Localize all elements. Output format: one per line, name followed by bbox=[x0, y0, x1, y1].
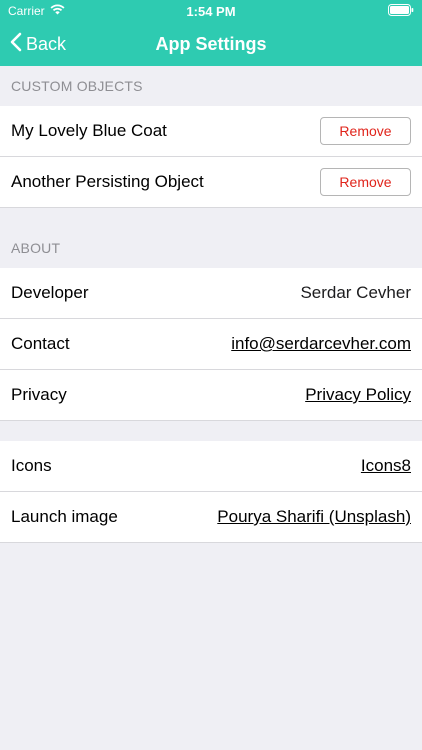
credits-row-icons: Icons Icons8 bbox=[0, 441, 422, 492]
section-header-about: ABOUT bbox=[11, 240, 61, 256]
custom-object-row: My Lovely Blue Coat Remove bbox=[0, 106, 422, 157]
row-label: Launch image bbox=[11, 507, 118, 526]
remove-button[interactable]: Remove bbox=[320, 168, 411, 196]
section-header-custom-objects: CUSTOM OBJECTS bbox=[11, 78, 143, 94]
remove-button[interactable]: Remove bbox=[320, 117, 411, 145]
about-group: Developer Serdar Cevher Contact info@ser… bbox=[0, 268, 422, 421]
about-row-contact: Contact info@serdarcevher.com bbox=[0, 319, 422, 370]
row-label: Contact bbox=[11, 334, 70, 353]
row-label: Privacy bbox=[11, 385, 67, 404]
row-label: Icons bbox=[11, 456, 52, 475]
back-button[interactable]: Back bbox=[10, 22, 66, 66]
credits-group: Icons Icons8 Launch image Pourya Sharifi… bbox=[0, 441, 422, 543]
privacy-policy-link[interactable]: Privacy Policy bbox=[305, 385, 411, 405]
chevron-left-icon bbox=[10, 32, 22, 57]
about-row-privacy: Privacy Privacy Policy bbox=[0, 370, 422, 421]
row-label: Developer bbox=[11, 283, 89, 302]
about-row-developer: Developer Serdar Cevher bbox=[0, 268, 422, 319]
developer-name: Serdar Cevher bbox=[300, 283, 411, 302]
custom-object-row: Another Persisting Object Remove bbox=[0, 157, 422, 208]
status-time: 1:54 PM bbox=[186, 4, 236, 19]
custom-object-name: Another Persisting Object bbox=[11, 172, 204, 191]
custom-objects-group: My Lovely Blue Coat Remove Another Persi… bbox=[0, 106, 422, 208]
launch-image-credit-link[interactable]: Pourya Sharifi (Unsplash) bbox=[217, 507, 411, 527]
custom-object-name: My Lovely Blue Coat bbox=[11, 121, 167, 140]
contact-email-link[interactable]: info@serdarcevher.com bbox=[231, 334, 411, 354]
credits-row-launch-image: Launch image Pourya Sharifi (Unsplash) bbox=[0, 492, 422, 543]
back-label: Back bbox=[26, 33, 67, 54]
header: Carrier 1:54 PM Back App Settings bbox=[0, 0, 422, 66]
navigation-bar: Back App Settings bbox=[0, 22, 422, 66]
status-bar: Carrier 1:54 PM bbox=[0, 0, 422, 22]
icons-credit-link[interactable]: Icons8 bbox=[361, 456, 411, 476]
